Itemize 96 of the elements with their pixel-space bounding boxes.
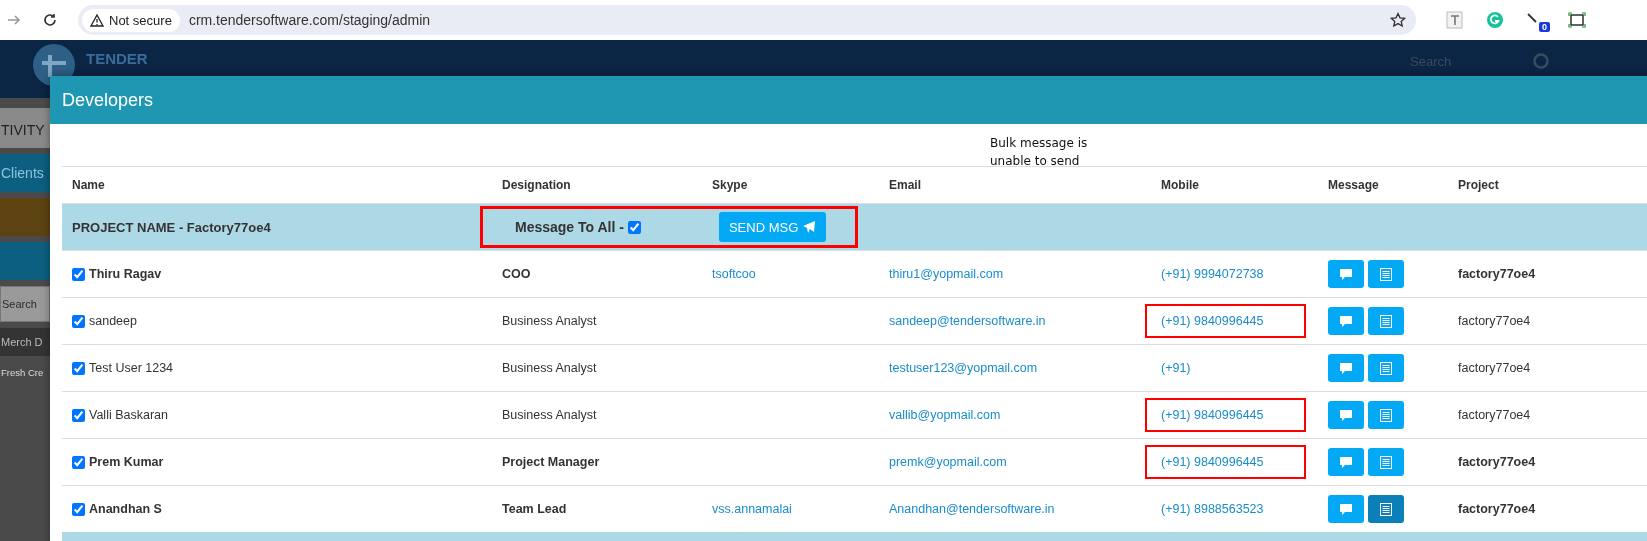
row-checkbox[interactable] <box>72 502 85 516</box>
url-text: crm.tendersoftware.com/staging/admin <box>188 12 432 28</box>
email-link[interactable]: sandeep@tendersoftware.in <box>889 314 1046 328</box>
chat-icon <box>1339 361 1353 375</box>
row-checkbox[interactable] <box>72 314 85 328</box>
chat-button[interactable] <box>1328 448 1364 476</box>
list-icon <box>1380 455 1392 469</box>
annotation-note: Bulk message is unable to send <box>990 135 1089 170</box>
nav-tile[interactable] <box>0 242 50 280</box>
email-link[interactable]: vallib@yopmail.com <box>889 408 1001 422</box>
project-text: factory77oe4 <box>1457 502 1537 516</box>
notes-button[interactable] <box>1368 354 1404 382</box>
designation-text: Business Analyst <box>501 361 598 375</box>
designation-text: Team Lead <box>501 502 568 516</box>
column-header: Email <box>888 178 922 192</box>
column-header: Name <box>71 178 106 192</box>
notes-button[interactable] <box>1368 401 1404 429</box>
row-checkbox[interactable] <box>72 455 85 469</box>
extension-badge: 0 <box>1539 22 1550 32</box>
search-icon[interactable] <box>1532 52 1552 72</box>
section-heading: TIVITY <box>0 108 50 148</box>
mobile-link[interactable]: (+91) 8988563523 <box>1145 492 1306 526</box>
text-extension-icon[interactable] <box>1446 11 1464 29</box>
sidebar-search-field[interactable]: Search <box>0 286 50 322</box>
logo-text: TENDER <box>86 49 148 67</box>
email-link[interactable]: thiru1@yopmail.com <box>889 267 1004 281</box>
grammar-extension-icon[interactable] <box>1486 11 1504 29</box>
notes-button[interactable] <box>1368 495 1404 523</box>
chat-button[interactable] <box>1328 260 1364 288</box>
message-all-checkbox[interactable] <box>627 220 641 234</box>
star-icon[interactable] <box>1390 12 1406 28</box>
chat-icon <box>1339 314 1353 328</box>
column-header: Mobile <box>1160 178 1200 192</box>
section-heading: Merch D <box>0 328 50 356</box>
column-header: Project <box>1457 178 1500 192</box>
chat-button[interactable] <box>1328 307 1364 335</box>
member-name: sandeep <box>89 314 137 328</box>
address-bar[interactable]: Not secure crm.tendersoftware.com/staging/admin <box>78 5 1416 35</box>
row-checkbox[interactable] <box>72 408 85 422</box>
member-name: Anandhan S <box>89 502 162 516</box>
member-name: Thiru Ragav <box>89 267 162 281</box>
mobile-link[interactable]: (+91) 9840996445 <box>1145 445 1306 479</box>
nav-item[interactable]: Clients <box>0 154 50 192</box>
member-name: Valli Baskaran <box>89 408 168 422</box>
skype-link[interactable]: vss.annamalai <box>712 502 792 516</box>
mobile-link[interactable]: (+91) 9840996445 <box>1145 304 1306 338</box>
project-text: factory77oe4 <box>1457 314 1532 328</box>
security-chip[interactable]: Not secure <box>82 8 180 32</box>
list-icon <box>1380 502 1392 516</box>
member-name: Prem Kumar <box>89 455 164 469</box>
list-item[interactable]: Fresh Cre <box>0 362 50 383</box>
skype-link[interactable]: tsoftcoo <box>712 267 756 281</box>
mobile-link[interactable]: (+91) <box>1145 351 1233 385</box>
chat-button[interactable] <box>1328 401 1364 429</box>
chat-button[interactable] <box>1328 495 1364 523</box>
project-text: factory77oe4 <box>1457 361 1532 375</box>
notes-button[interactable] <box>1368 260 1404 288</box>
project-text: factory77oe4 <box>1457 267 1537 281</box>
column-header: Designation <box>501 178 572 192</box>
project-title: PROJECT NAME - Factory77oe4 <box>71 219 272 235</box>
chat-icon <box>1339 408 1353 422</box>
message-all-label: Message To All - <box>515 219 624 235</box>
designation-text: Business Analyst <box>501 408 598 422</box>
list-icon <box>1380 314 1392 328</box>
pen-extension-icon[interactable] <box>1526 12 1538 24</box>
designation-text: Project Manager <box>501 455 601 469</box>
mobile-link[interactable]: (+91) 9994072738 <box>1145 257 1306 291</box>
email-link[interactable]: Anandhan@tendersoftware.in <box>889 502 1055 516</box>
notes-button[interactable] <box>1368 307 1404 335</box>
column-header: Message <box>1327 178 1380 192</box>
row-checkbox[interactable] <box>72 361 85 375</box>
mobile-link[interactable]: (+91) 9840996445 <box>1145 398 1306 432</box>
email-link[interactable]: testuser123@yopmail.com <box>889 361 1038 375</box>
list-icon <box>1380 408 1392 422</box>
nav-tile[interactable] <box>0 198 50 236</box>
paper-plane-icon <box>802 220 817 234</box>
send-message-button[interactable]: SEND MSG <box>718 212 827 242</box>
project-text: factory77oe4 <box>1457 455 1537 469</box>
designation-text: Business Analyst <box>501 314 598 328</box>
chat-icon <box>1339 502 1353 516</box>
list-icon <box>1380 267 1392 281</box>
reload-icon[interactable] <box>42 12 58 28</box>
notes-button[interactable] <box>1368 448 1404 476</box>
email-link[interactable]: premk@yopmail.com <box>889 455 1007 469</box>
column-header: Skype <box>711 178 749 192</box>
dialog-title: Developers <box>62 89 154 111</box>
warning-icon <box>90 13 104 27</box>
project-text: factory77oe4 <box>1457 408 1532 422</box>
chat-button[interactable] <box>1328 354 1364 382</box>
screen-capture-icon[interactable] <box>1568 12 1586 28</box>
chat-icon <box>1339 267 1353 281</box>
list-icon <box>1380 361 1392 375</box>
row-checkbox[interactable] <box>72 267 85 281</box>
designation-text: COO <box>501 267 532 281</box>
member-name: Test User 1234 <box>89 361 174 375</box>
chat-icon <box>1339 455 1353 469</box>
